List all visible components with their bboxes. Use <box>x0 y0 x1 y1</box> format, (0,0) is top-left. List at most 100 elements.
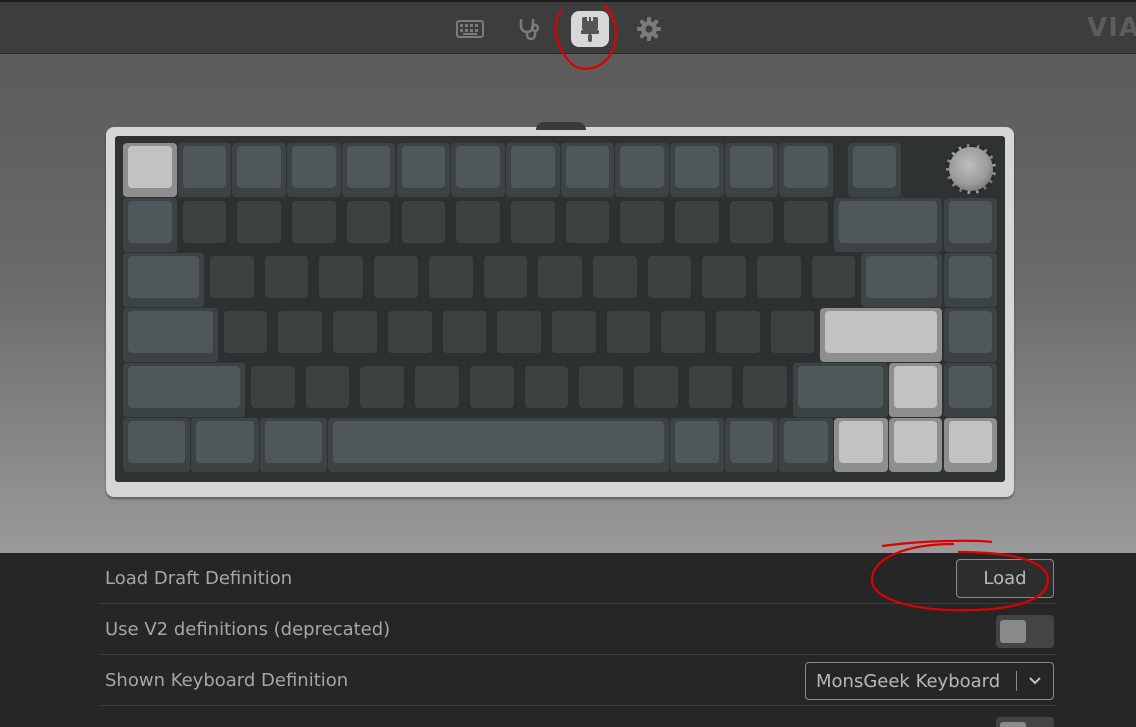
keycap-top <box>483 256 528 298</box>
keycap[interactable] <box>451 143 505 197</box>
keycap[interactable] <box>205 253 259 307</box>
keycap[interactable] <box>943 363 998 417</box>
keycap[interactable] <box>177 143 232 197</box>
nav-test[interactable] <box>510 11 548 47</box>
keycap[interactable] <box>382 308 437 362</box>
keycap[interactable] <box>683 363 738 417</box>
keycap[interactable] <box>847 143 902 197</box>
keycap-top <box>305 366 350 408</box>
nav-configure[interactable] <box>451 11 489 47</box>
keycap[interactable] <box>533 253 587 307</box>
keycap[interactable] <box>273 308 328 362</box>
keycap[interactable] <box>779 418 834 472</box>
partial-row-toggle[interactable] <box>996 717 1054 727</box>
keycap[interactable] <box>615 143 669 197</box>
keycap[interactable] <box>656 308 710 362</box>
rotary-knob[interactable] <box>946 144 996 194</box>
keycap[interactable] <box>232 143 287 197</box>
keycap[interactable] <box>628 363 683 417</box>
keycap[interactable] <box>123 363 246 417</box>
keycap-top <box>784 421 829 463</box>
keycap[interactable] <box>410 363 464 417</box>
keycap[interactable] <box>711 308 765 362</box>
keycap[interactable] <box>779 198 834 252</box>
keycap[interactable] <box>793 363 888 417</box>
keycap[interactable] <box>724 143 779 197</box>
keycap-top <box>825 311 938 353</box>
keycap[interactable] <box>287 143 341 197</box>
keycap[interactable] <box>314 253 369 307</box>
keycap[interactable] <box>888 418 943 472</box>
keycap[interactable] <box>218 308 273 362</box>
keycap[interactable] <box>861 253 943 307</box>
nav-design[interactable] <box>571 11 609 47</box>
keycap[interactable] <box>355 363 410 417</box>
keycap-top <box>839 421 883 463</box>
keycap[interactable] <box>601 308 656 362</box>
nav-settings[interactable] <box>630 11 668 47</box>
keycap[interactable] <box>615 198 669 252</box>
keycap[interactable] <box>670 418 724 472</box>
keycap[interactable] <box>123 143 177 197</box>
keycap[interactable] <box>451 198 505 252</box>
keycap[interactable] <box>177 198 232 252</box>
keycap[interactable] <box>123 418 191 472</box>
keycap[interactable] <box>478 253 533 307</box>
keycap[interactable] <box>670 198 724 252</box>
load-button[interactable]: Load <box>956 559 1054 598</box>
keycap[interactable] <box>943 253 998 307</box>
keycap[interactable] <box>246 363 300 417</box>
keycap[interactable] <box>369 253 423 307</box>
keycap[interactable] <box>259 253 314 307</box>
keycap[interactable] <box>492 308 546 362</box>
keycap[interactable] <box>752 253 806 307</box>
keycap[interactable] <box>670 143 724 197</box>
keycap[interactable] <box>300 363 355 417</box>
keycap[interactable] <box>123 308 218 362</box>
keycap[interactable] <box>505 143 560 197</box>
keycap[interactable] <box>943 198 998 252</box>
keycap[interactable] <box>697 253 752 307</box>
keycap[interactable] <box>464 363 519 417</box>
keycap[interactable] <box>834 418 888 472</box>
keycap[interactable] <box>642 253 697 307</box>
keycap[interactable] <box>724 198 779 252</box>
keycap[interactable] <box>765 308 820 362</box>
keycap[interactable] <box>341 198 396 252</box>
keycap[interactable] <box>943 308 998 362</box>
keycap[interactable] <box>574 363 628 417</box>
keycap[interactable] <box>738 363 793 417</box>
keycap[interactable] <box>834 198 943 252</box>
keycap[interactable] <box>943 418 998 472</box>
keycap[interactable] <box>888 363 943 417</box>
keycap[interactable] <box>232 198 287 252</box>
keycap[interactable] <box>519 363 574 417</box>
use-v2-toggle[interactable] <box>996 615 1054 648</box>
keycap[interactable] <box>505 198 560 252</box>
keycap[interactable] <box>560 143 615 197</box>
keycap[interactable] <box>560 198 615 252</box>
keycap[interactable] <box>328 418 669 472</box>
keycap[interactable] <box>396 198 451 252</box>
keycap[interactable] <box>546 308 601 362</box>
keycap[interactable] <box>587 253 642 307</box>
keycap[interactable] <box>724 418 779 472</box>
keycap[interactable] <box>437 308 492 362</box>
keycap[interactable] <box>328 308 382 362</box>
keyboard-definition-select[interactable]: MonsGeek Keyboard <box>805 662 1054 700</box>
select-value: MonsGeek Keyboard <box>816 670 1001 692</box>
keycap[interactable] <box>341 143 396 197</box>
keycap[interactable] <box>806 253 861 307</box>
chevron-down-icon[interactable] <box>1017 677 1053 685</box>
keycap[interactable] <box>191 418 259 472</box>
keycap[interactable] <box>779 143 834 197</box>
keycap[interactable] <box>259 418 328 472</box>
keyboard-case <box>106 122 1014 497</box>
keycap[interactable] <box>123 253 205 307</box>
keycap[interactable] <box>287 198 341 252</box>
keycap[interactable] <box>123 198 177 252</box>
keycap[interactable] <box>820 308 943 362</box>
keycap[interactable] <box>423 253 478 307</box>
keycap[interactable] <box>396 143 451 197</box>
keycap-top <box>538 256 582 298</box>
